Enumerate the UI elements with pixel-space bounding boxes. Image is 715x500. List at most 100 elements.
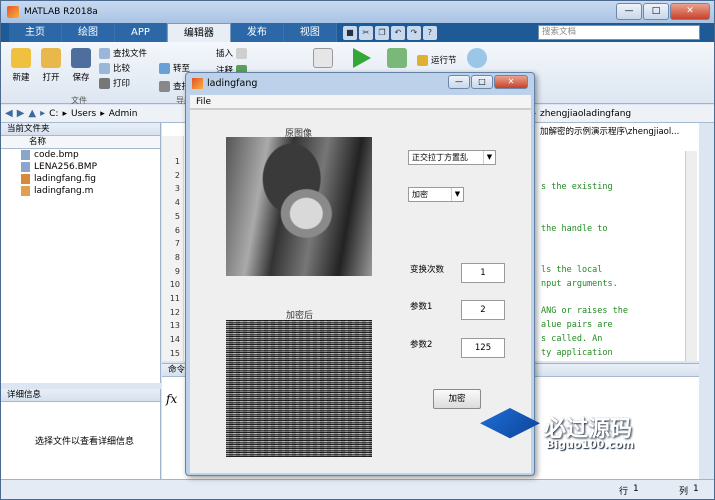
code-line: nput arguments. (541, 279, 618, 289)
find-files-icon (99, 47, 110, 59)
watermark-url: Biguo100.com (546, 438, 635, 451)
code-line: ANG or raises the (541, 306, 628, 316)
row-value: 1 (633, 484, 639, 494)
save-quick-icon[interactable]: ■ (342, 25, 357, 40)
window-controls: — □ ✕ (616, 3, 710, 20)
chevron-down-icon: ▼ (483, 151, 495, 164)
run-time-button[interactable] (467, 48, 487, 71)
path-admin[interactable]: Admin (109, 109, 138, 119)
file-menu[interactable]: File (196, 97, 211, 107)
method-select[interactable]: 正交拉丁方置乱 ▼ (408, 150, 496, 165)
figure-title: ladingfang (207, 77, 258, 89)
tab-apps[interactable]: APP (115, 23, 167, 42)
times-field[interactable]: 1 (461, 263, 505, 283)
compare-label: 比较 (113, 64, 131, 74)
matlab-logo-icon (7, 6, 19, 18)
name-column-header[interactable]: 名称 (1, 136, 160, 149)
times-label: 变换次数 (410, 265, 445, 275)
goto-icon (159, 62, 170, 74)
folder-icon (41, 48, 61, 68)
fx-icon: fx (166, 392, 178, 406)
breakpoints-button[interactable] (313, 48, 333, 71)
param2-label: 参数2 (410, 340, 433, 350)
editor-scrollbar[interactable] (685, 151, 697, 361)
watermark: 必过源码 Biguo100.com (480, 408, 634, 451)
editor-tab[interactable]: 加解密的示例演示程序\zhengjiaol... (540, 125, 679, 137)
cut-icon[interactable]: ✂ (358, 25, 373, 40)
path-users[interactable]: Users (71, 109, 96, 119)
file-item[interactable]: ladingfang.m (1, 185, 160, 197)
code-line: s the existing (541, 182, 613, 192)
maximize-button[interactable]: □ (643, 3, 669, 20)
open-button[interactable]: 打开 (41, 48, 61, 83)
mode-value: 加密 (412, 190, 428, 199)
tab-editor[interactable]: 编辑器 (166, 23, 231, 42)
param1-label: 参数1 (410, 302, 433, 312)
toolstrip-tabs: 主页 绘图 APP 编辑器 发布 视图 ■ ✂ ❐ ↶ ↷ ? 搜索文档 (1, 23, 714, 42)
save-button[interactable]: 保存 (71, 48, 91, 83)
print-button[interactable]: 打印 (99, 77, 130, 89)
details-panel: 详细信息 选择文件以查看详细信息 (1, 389, 161, 489)
back-icon[interactable]: ◀ (5, 108, 13, 119)
file-item[interactable]: ladingfang.fig (1, 173, 160, 185)
quick-access-toolbar: ■ ✂ ❐ ↶ ↷ ? (342, 23, 437, 42)
figure-minimize-button[interactable]: — (448, 75, 470, 89)
image-file-icon (21, 150, 30, 160)
browse-icon[interactable]: ▸ (40, 108, 45, 119)
mode-select[interactable]: 加密 ▼ (408, 187, 464, 202)
up-folder-icon[interactable]: ▲ (28, 108, 36, 119)
path-tail2[interactable]: zhengjiaoladingfang (540, 109, 631, 119)
details-title: 详细信息 (1, 389, 160, 402)
code-line: s called. An (541, 334, 603, 344)
insert-label: 插入 (216, 49, 234, 59)
help-icon[interactable]: ? (422, 25, 437, 40)
run-icon (353, 48, 371, 68)
file-item[interactable]: code.bmp (1, 149, 160, 161)
fig-file-icon (21, 174, 30, 184)
new-label: 新建 (12, 73, 30, 83)
image-file-icon (21, 162, 30, 172)
forward-icon[interactable]: ▶ (17, 108, 25, 119)
new-button[interactable]: 新建 (11, 48, 31, 83)
redo-icon[interactable]: ↷ (406, 25, 421, 40)
compare-button[interactable]: 比较 (99, 62, 130, 74)
original-image (226, 137, 372, 276)
search-docs-input[interactable]: 搜索文档 (538, 25, 700, 40)
find-files-label: 查找文件 (113, 49, 148, 59)
line-numbers: 1 2 3 4 5 6 7 8 9 10 11 12 13 14 15 (169, 157, 180, 358)
tab-view[interactable]: 视图 (283, 23, 337, 42)
magnifier-icon (159, 80, 170, 92)
param2-field[interactable]: 125 (461, 338, 505, 358)
current-folder-title: 当前文件夹 (1, 123, 160, 136)
chevron-down-icon: ▼ (451, 188, 463, 201)
run-button[interactable] (351, 48, 371, 71)
minimize-button[interactable]: — (616, 3, 642, 20)
disk-icon (71, 48, 91, 68)
tab-plots[interactable]: 绘图 (62, 23, 115, 42)
method-value: 正交拉丁方置乱 (412, 153, 468, 162)
encrypt-button[interactable]: 加密 (433, 389, 481, 409)
copy-icon[interactable]: ❐ (374, 25, 389, 40)
print-label: 打印 (113, 79, 131, 89)
figure-maximize-button[interactable]: □ (471, 75, 493, 89)
matlab-figure-icon (192, 77, 203, 89)
line-number-gutter: 1 2 3 4 5 6 7 8 9 10 11 12 13 14 15 (162, 136, 184, 361)
param1-field[interactable]: 2 (461, 300, 505, 320)
path-drive[interactable]: C: (49, 109, 58, 119)
code-line: alue pairs are (541, 320, 613, 330)
insert-button[interactable]: 插入 (216, 47, 248, 59)
tab-home[interactable]: 主页 (9, 23, 62, 42)
printer-icon (99, 77, 110, 89)
close-button[interactable]: ✕ (670, 3, 710, 20)
stopwatch-icon (467, 48, 487, 68)
app-title: MATLAB R2018a (24, 7, 98, 17)
find-files-button[interactable]: 查找文件 (99, 47, 147, 59)
figure-close-button[interactable]: ✕ (494, 75, 528, 89)
run-advance-button[interactable] (387, 48, 407, 71)
undo-icon[interactable]: ↶ (390, 25, 405, 40)
code-line: ls the local (541, 265, 603, 275)
col-label: 列 (679, 487, 689, 497)
file-item[interactable]: LENA256.BMP (1, 161, 160, 173)
run-section-button[interactable]: 运行节 (417, 54, 457, 66)
tab-publish[interactable]: 发布 (230, 23, 284, 42)
